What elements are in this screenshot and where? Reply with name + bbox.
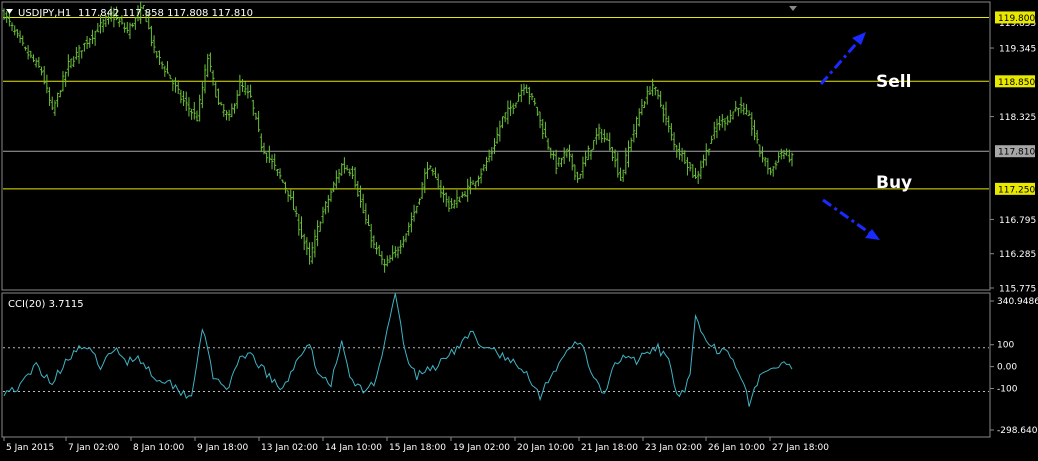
x-tick-label-9: 21 Jan 18:00 (581, 443, 638, 453)
sell-arrow (819, 36, 864, 85)
price-tick-label-2: 116.795 (999, 216, 1036, 226)
price-tick-label-1: 118.325 (999, 113, 1036, 123)
price-chart-title: USDJPY,H1 (18, 8, 71, 19)
x-tick-label-7: 19 Jan 02:00 (453, 443, 510, 453)
x-tick-label-0: 5 Jan 2015 (6, 443, 54, 453)
cci-tick-label-0: 340.9486 (997, 297, 1038, 307)
cci-title: CCI(20) 3.7115 (8, 299, 84, 310)
cci-tick-label-2: 0.00 (997, 363, 1017, 373)
price-tick-label-4: 115.775 (999, 285, 1036, 295)
x-tick-label-1: 7 Jan 02:00 (68, 443, 120, 453)
x-tick-label-6: 15 Jan 18:00 (389, 443, 446, 453)
x-tick-label-8: 20 Jan 10:00 (517, 443, 574, 453)
x-tick-label-12: 27 Jan 18:00 (772, 443, 829, 453)
level-label-0: 119.800 (998, 14, 1035, 24)
level-label-1: 118.850 (998, 78, 1035, 88)
buy-arrow (822, 198, 875, 238)
x-tick-label-2: 8 Jan 10:00 (133, 443, 185, 453)
price-tick-label-0: 119.345 (999, 45, 1036, 55)
level-label-2: 117.810 (998, 148, 1035, 158)
cci-panel-frame (1, 292, 991, 438)
buy-arrowhead-icon (865, 229, 880, 240)
price-tick-label-3: 116.285 (999, 250, 1036, 260)
chart-root: 119.345 118.325 116.795 116.285 115.775 119.8… (0, 0, 1038, 457)
cci-series-line (3, 293, 793, 407)
cci-tick-label-3: -100 (997, 385, 1018, 395)
sell-label: Sell (876, 72, 911, 92)
sell-arrowhead-icon (852, 32, 866, 45)
level-label-3: 117.250 (998, 185, 1035, 195)
x-tick-label-3: 9 Jan 18:00 (197, 443, 249, 453)
x-tick-label-11: 26 Jan 10:00 (708, 443, 765, 453)
chart-svg: 119.345 118.325 116.795 116.285 115.775 119.8… (1, 1, 1038, 453)
cci-tick-label-1: 100 (997, 341, 1014, 351)
price-panel-frame (1, 1, 991, 291)
shift-marker-icon[interactable] (789, 6, 797, 11)
x-tick-label-5: 14 Jan 10:00 (325, 443, 382, 453)
cci-tick-label-4: -298.6405 (997, 426, 1038, 436)
ohlc-readout: 117.842 117.858 117.808 117.810 (78, 8, 253, 19)
x-tick-label-10: 23 Jan 02:00 (645, 443, 702, 453)
x-tick-label-4: 13 Jan 02:00 (261, 443, 318, 453)
buy-label: Buy (876, 173, 912, 193)
